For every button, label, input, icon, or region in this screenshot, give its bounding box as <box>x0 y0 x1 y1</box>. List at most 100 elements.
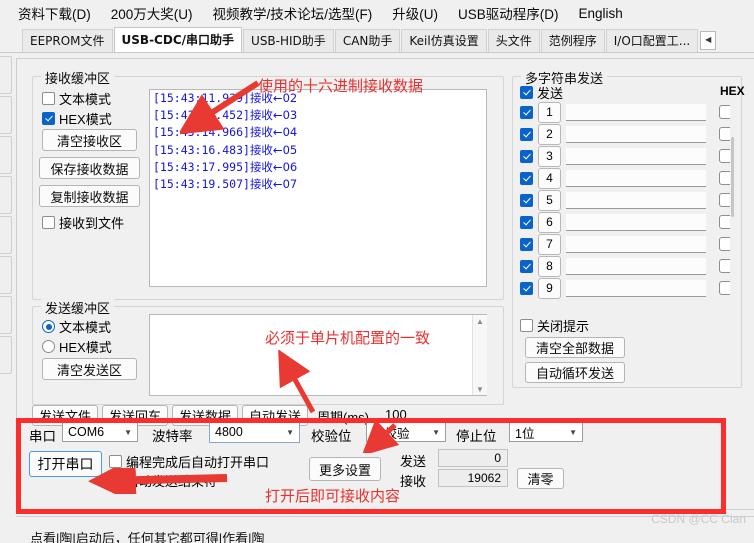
tab-example-program[interactable]: 范例程序 <box>540 29 605 52</box>
radio-dot <box>42 320 55 333</box>
rail-button-5[interactable] <box>0 216 12 254</box>
clear-all-data-button[interactable]: 清空全部数据 <box>525 337 625 358</box>
close-tip-label: 关闭提示 <box>537 319 590 334</box>
multi-send-row: 3 <box>520 145 745 167</box>
multi-send-header-checkbox[interactable]: 发送 <box>520 83 563 102</box>
clear-send-button[interactable]: 清空发送区 <box>42 358 137 380</box>
menu-item-usb-driver[interactable]: USB驱动程序(D) <box>448 3 569 23</box>
multi-send-index-button[interactable]: 7 <box>538 233 561 255</box>
tab-eeprom-file[interactable]: EEPROM文件 <box>22 29 113 52</box>
multi-send-enable-checkbox[interactable] <box>520 149 533 163</box>
receive-hex-mode-label: HEX模式 <box>59 112 112 127</box>
checkbox-box <box>520 319 533 332</box>
send-text-mode-radio[interactable]: 文本模式 <box>42 317 111 336</box>
receive-text-mode-label: 文本模式 <box>59 92 112 107</box>
scroll-up-arrow-icon[interactable]: ▲ <box>473 315 487 327</box>
send-hex-mode-radio[interactable]: HEX模式 <box>42 337 112 356</box>
multi-send-row: 1 <box>520 101 745 123</box>
auto-loop-send-button[interactable]: 自动循环发送 <box>525 362 625 383</box>
multi-send-row: 7 <box>520 233 745 255</box>
receive-log-area[interactable]: [15:43:11.939]接收←02 [15:43:13.452]接收←03 … <box>149 89 487 287</box>
receive-buffer-title: 接收缓冲区 <box>41 68 115 87</box>
multi-send-index-button[interactable]: 3 <box>538 145 561 167</box>
multi-send-index-button[interactable]: 8 <box>538 255 561 277</box>
multi-send-enable-checkbox[interactable] <box>520 193 533 207</box>
multi-send-index-button[interactable]: 1 <box>538 101 561 123</box>
multi-send-text-input[interactable] <box>566 213 706 231</box>
close-tip-checkbox[interactable]: 关闭提示 <box>520 316 589 335</box>
watermark: CSDN @CC Cian <box>651 512 746 526</box>
multi-send-enable-checkbox[interactable] <box>520 171 533 185</box>
menu-item-english[interactable]: English <box>569 6 633 21</box>
multi-send-enable-checkbox[interactable] <box>520 259 533 273</box>
left-tool-rail <box>0 56 13 476</box>
tab-overflow-arrow-icon[interactable]: ◀ <box>700 31 717 50</box>
tab-usb-hid[interactable]: USB-HID助手 <box>243 29 334 52</box>
tab-keil-sim[interactable]: Keil仿真设置 <box>401 29 487 52</box>
tab-usb-cdc-serial[interactable]: USB-CDC/串口助手 <box>113 27 243 52</box>
log-line: [15:43:14.966]接收←04 <box>153 125 298 140</box>
multi-send-text-input[interactable] <box>566 257 706 275</box>
rail-button-8[interactable] <box>0 336 12 374</box>
status-text: 点看|陶|启动后，任何其它都可得|作看|陶 <box>30 531 265 543</box>
multi-send-enable-checkbox[interactable] <box>520 281 533 295</box>
status-bar: 点看|陶|启动后，任何其它都可得|作看|陶 <box>16 516 754 543</box>
send-text-mode-label: 文本模式 <box>59 320 112 335</box>
rail-button-2[interactable] <box>0 96 12 134</box>
copy-receive-data-button[interactable]: 复制接收数据 <box>39 185 140 207</box>
multi-send-enable-checkbox[interactable] <box>520 237 533 251</box>
receive-to-file-checkbox[interactable]: 接收到文件 <box>42 213 124 232</box>
multi-send-hex-header: HEX <box>720 84 745 98</box>
multi-send-index-button[interactable]: 9 <box>538 277 561 299</box>
rail-button-1[interactable] <box>0 56 12 94</box>
receive-hex-mode-checkbox[interactable]: HEX模式 <box>42 109 112 128</box>
tab-header-file[interactable]: 头文件 <box>487 29 540 52</box>
multi-send-text-input[interactable] <box>566 235 706 253</box>
menu-bar: 资料下载(D) 200万大奖(U) 视频教学/技术论坛/选型(F) 升级(U) … <box>0 0 754 26</box>
rail-button-4[interactable] <box>0 176 12 214</box>
multi-send-scrollbar[interactable] <box>730 99 735 307</box>
multi-send-row: 4 <box>520 167 745 189</box>
multi-send-text-input[interactable] <box>566 125 706 143</box>
multi-send-row: 9 <box>520 277 745 299</box>
save-receive-data-button[interactable]: 保存接收数据 <box>39 157 140 179</box>
multi-send-enable-checkbox[interactable] <box>520 127 533 141</box>
multi-send-index-button[interactable]: 6 <box>538 211 561 233</box>
annotation-hex-receive: 使用的十六进制接收数据 <box>258 77 424 95</box>
multi-send-text-input[interactable] <box>566 169 706 187</box>
log-line: [15:43:17.995]接收←06 <box>153 159 298 174</box>
application-window: 资料下载(D) 200万大奖(U) 视频教学/技术论坛/选型(F) 升级(U) … <box>0 0 754 543</box>
multi-send-header-label: 发送 <box>537 86 564 101</box>
multi-send-text-input[interactable] <box>566 191 706 209</box>
multi-send-index-button[interactable]: 5 <box>538 189 561 211</box>
menu-item-upgrade[interactable]: 升级(U) <box>382 3 448 23</box>
multi-send-index-button[interactable]: 2 <box>538 123 561 145</box>
menu-item-downloads[interactable]: 资料下载(D) <box>8 3 101 23</box>
multi-send-enable-checkbox[interactable] <box>520 215 533 229</box>
tab-can[interactable]: CAN助手 <box>334 29 401 52</box>
receive-text-mode-checkbox[interactable]: 文本模式 <box>42 89 111 108</box>
rail-button-3[interactable] <box>0 136 12 174</box>
menu-item-prize[interactable]: 200万大奖(U) <box>101 3 203 23</box>
scroll-down-arrow-icon[interactable]: ▼ <box>473 383 487 395</box>
multi-send-row: 2 <box>520 123 745 145</box>
multi-send-text-input[interactable] <box>566 279 706 297</box>
multi-send-text-input[interactable] <box>566 103 706 121</box>
multi-send-row: 5 <box>520 189 745 211</box>
multi-send-enable-checkbox[interactable] <box>520 105 533 119</box>
menu-item-video-forum[interactable]: 视频教学/技术论坛/选型(F) <box>203 3 383 23</box>
scrollbar-thumb[interactable] <box>731 137 734 217</box>
send-hex-mode-label: HEX模式 <box>59 340 112 355</box>
tab-io-config[interactable]: I/O口配置工... <box>605 29 699 52</box>
multi-send-index-button[interactable]: 4 <box>538 167 561 189</box>
multi-send-text-input[interactable] <box>566 147 706 165</box>
rail-button-6[interactable] <box>0 256 12 294</box>
checkbox-box <box>520 86 533 99</box>
clear-receive-button[interactable]: 清空接收区 <box>42 129 137 151</box>
log-line: [15:43:19.507]接收←07 <box>153 177 298 192</box>
rail-button-7[interactable] <box>0 296 12 334</box>
tab-strip: EEPROM文件 USB-CDC/串口助手 USB-HID助手 CAN助手 Ke… <box>0 27 754 53</box>
log-line: [15:43:16.483]接收←05 <box>153 142 298 157</box>
multi-send-row: 8 <box>520 255 745 277</box>
send-area-scrollbar[interactable]: ▲ ▼ <box>472 315 487 395</box>
